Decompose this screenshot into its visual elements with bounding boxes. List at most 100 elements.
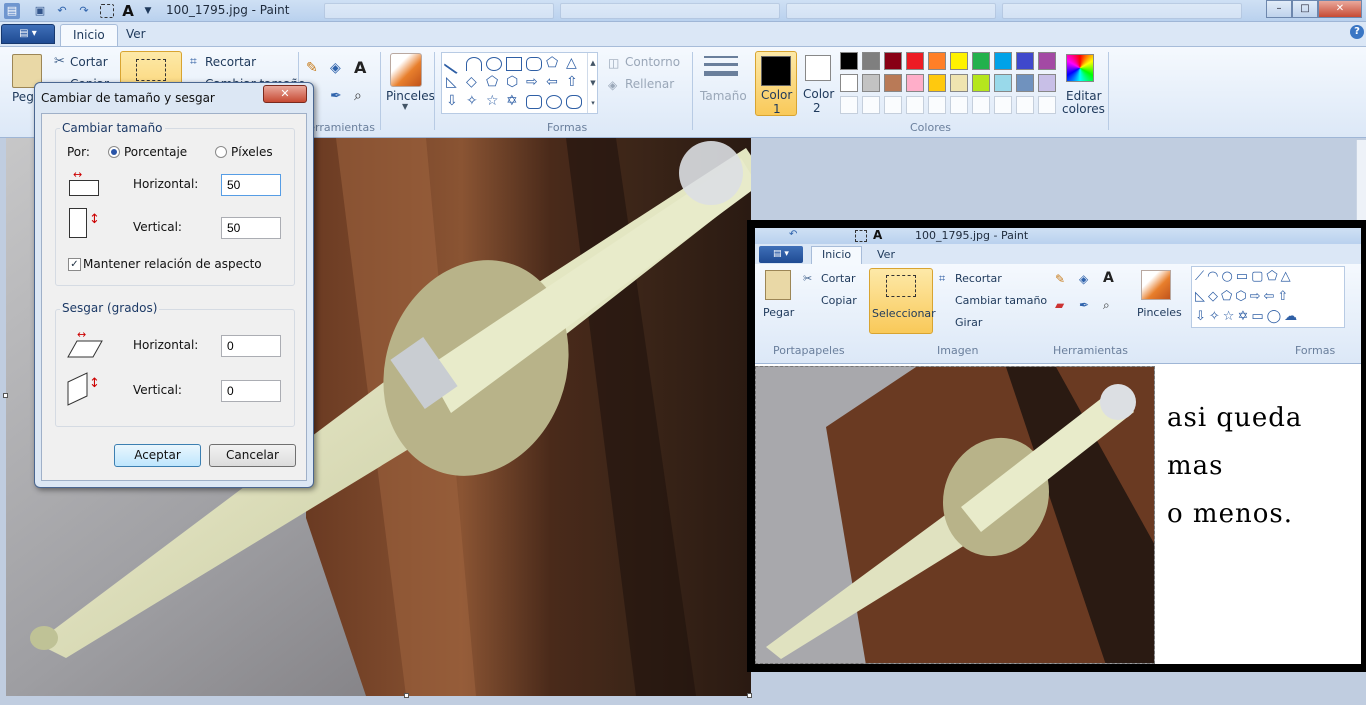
palette-swatch[interactable] <box>884 74 902 92</box>
edit-colors-line1[interactable]: Editar <box>1066 89 1102 103</box>
dialog-close-button[interactable]: ✕ <box>263 85 307 103</box>
paint-menu-button[interactable]: ▤ ▾ <box>1 24 55 44</box>
crop-button[interactable]: Recortar <box>205 55 256 69</box>
palette-empty-slot[interactable] <box>840 96 858 114</box>
palette-swatch[interactable] <box>1016 52 1034 70</box>
arrow-left-shape-icon[interactable]: ⇦ <box>546 74 558 90</box>
five-point-star-shape-icon[interactable]: ☆ <box>486 93 499 109</box>
palette-empty-slot[interactable] <box>928 96 946 114</box>
redo-icon[interactable]: ↷ <box>76 3 92 19</box>
palette-swatch[interactable] <box>994 52 1012 70</box>
resize-handle[interactable] <box>404 693 409 698</box>
six-point-star-shape-icon[interactable]: ✡ <box>506 93 518 109</box>
polygon-shape-icon[interactable]: ⬠ <box>546 55 558 71</box>
vertical-resize-input[interactable] <box>221 217 281 239</box>
minimize-button[interactable]: – <box>1266 0 1292 18</box>
tab-inicio[interactable]: Inicio <box>60 24 118 46</box>
vertical-scrollbar[interactable] <box>1356 140 1366 220</box>
resize-handle[interactable] <box>3 393 8 398</box>
select-icon[interactable] <box>100 4 114 18</box>
tab-ver[interactable]: Ver <box>114 24 158 46</box>
palette-swatch[interactable] <box>862 74 880 92</box>
color-picker-icon[interactable]: ✒ <box>330 88 342 104</box>
outline-button[interactable]: Contorno <box>625 55 680 69</box>
callout-cloud-shape-icon[interactable] <box>566 95 582 109</box>
percent-label[interactable]: Porcentaje <box>124 145 187 159</box>
palette-empty-slot[interactable] <box>862 96 880 114</box>
palette-swatch[interactable] <box>1038 52 1056 70</box>
palette-swatch[interactable] <box>972 52 990 70</box>
palette-swatch[interactable] <box>1016 74 1034 92</box>
pentagon-shape-icon[interactable]: ⬠ <box>486 74 498 90</box>
palette-empty-slot[interactable] <box>1016 96 1034 114</box>
help-icon[interactable]: ? <box>1350 25 1364 39</box>
palette-swatch[interactable] <box>862 52 880 70</box>
text-tool-icon[interactable]: A <box>354 58 366 77</box>
fill-bucket-icon[interactable]: ◈ <box>330 60 341 76</box>
cancel-button[interactable]: Cancelar <box>209 444 296 467</box>
palette-swatch[interactable] <box>928 52 946 70</box>
horizontal-resize-input[interactable] <box>221 174 281 196</box>
save-icon[interactable]: ▣ <box>32 3 48 19</box>
palette-swatch[interactable] <box>994 74 1012 92</box>
edit-colors-line2[interactable]: colores <box>1062 102 1105 116</box>
arrow-down-shape-icon[interactable]: ⇩ <box>446 93 458 109</box>
palette-empty-slot[interactable] <box>1038 96 1056 114</box>
chevron-down-icon[interactable]: ▼ <box>402 102 408 111</box>
pixels-label[interactable]: Píxeles <box>231 145 273 159</box>
fill-button[interactable]: Rellenar <box>625 77 674 91</box>
horizontal-skew-input[interactable] <box>221 335 281 357</box>
palette-swatch[interactable] <box>928 74 946 92</box>
palette-swatch[interactable] <box>972 74 990 92</box>
hexagon-shape-icon[interactable]: ⬡ <box>506 74 518 90</box>
vertical-skew-input[interactable] <box>221 380 281 402</box>
pencil-icon[interactable]: ✎ <box>306 60 318 76</box>
text-icon[interactable]: A <box>120 3 136 19</box>
size-button[interactable]: Tamaño <box>700 89 747 103</box>
shapes-gallery[interactable]: ⬠ △ ◺ ◇ ⬠ ⬡ ⇨ ⇦ ⇧ ⇩ ✧ ☆ ✡ ▲ ▼ ▾ <box>441 52 598 114</box>
line-shape-icon[interactable] <box>443 53 465 75</box>
palette-swatch[interactable] <box>840 52 858 70</box>
right-triangle-shape-icon[interactable]: ◺ <box>446 74 457 90</box>
palette-empty-slot[interactable] <box>972 96 990 114</box>
color1-button[interactable]: Color 1 <box>755 51 797 116</box>
keep-aspect-label[interactable]: Mantener relación de aspecto <box>83 257 262 271</box>
callout-rect-shape-icon[interactable] <box>526 95 542 109</box>
four-point-star-shape-icon[interactable]: ✧ <box>466 93 478 109</box>
accept-button[interactable]: Aceptar <box>114 444 201 467</box>
diamond-shape-icon[interactable]: ◇ <box>466 74 477 90</box>
percent-radio[interactable] <box>108 146 120 158</box>
curve-shape-icon[interactable] <box>466 57 482 71</box>
palette-empty-slot[interactable] <box>950 96 968 114</box>
undo-icon[interactable]: ↶ <box>54 3 70 19</box>
magnifier-icon[interactable]: ⌕ <box>354 88 362 104</box>
line-size-icon[interactable] <box>704 56 738 80</box>
brushes-button[interactable]: Pinceles <box>386 89 435 103</box>
palette-empty-slot[interactable] <box>884 96 902 114</box>
palette-swatch[interactable] <box>884 52 902 70</box>
palette-empty-slot[interactable] <box>994 96 1012 114</box>
maximize-button[interactable]: □ <box>1292 0 1318 18</box>
arrow-right-shape-icon[interactable]: ⇨ <box>526 74 538 90</box>
palette-empty-slot[interactable] <box>906 96 924 114</box>
oval-shape-icon[interactable] <box>486 57 502 71</box>
close-button[interactable]: ✕ <box>1318 0 1362 18</box>
cut-button[interactable]: Cortar <box>70 55 108 69</box>
palette-swatch[interactable] <box>950 74 968 92</box>
palette-swatch[interactable] <box>950 52 968 70</box>
palette-swatch[interactable] <box>906 52 924 70</box>
triangle-shape-icon[interactable]: △ <box>566 55 577 71</box>
keep-aspect-checkbox[interactable]: ✓ <box>68 258 81 271</box>
arrow-up-shape-icon[interactable]: ⇧ <box>566 74 578 90</box>
gallery-scroll-icon[interactable]: ▲ ▼ ▾ <box>587 53 598 113</box>
palette-swatch[interactable] <box>906 74 924 92</box>
palette-swatch[interactable] <box>1038 74 1056 92</box>
quick-access-dropdown-icon[interactable]: ▼ <box>140 3 156 19</box>
rounded-rectangle-shape-icon[interactable] <box>526 57 542 71</box>
pixels-radio[interactable] <box>215 146 227 158</box>
color2-button[interactable]: Color 2 <box>800 51 840 116</box>
rectangle-shape-icon[interactable] <box>506 57 522 71</box>
palette-swatch[interactable] <box>840 74 858 92</box>
callout-oval-shape-icon[interactable] <box>546 95 562 109</box>
resize-handle[interactable] <box>747 693 752 698</box>
